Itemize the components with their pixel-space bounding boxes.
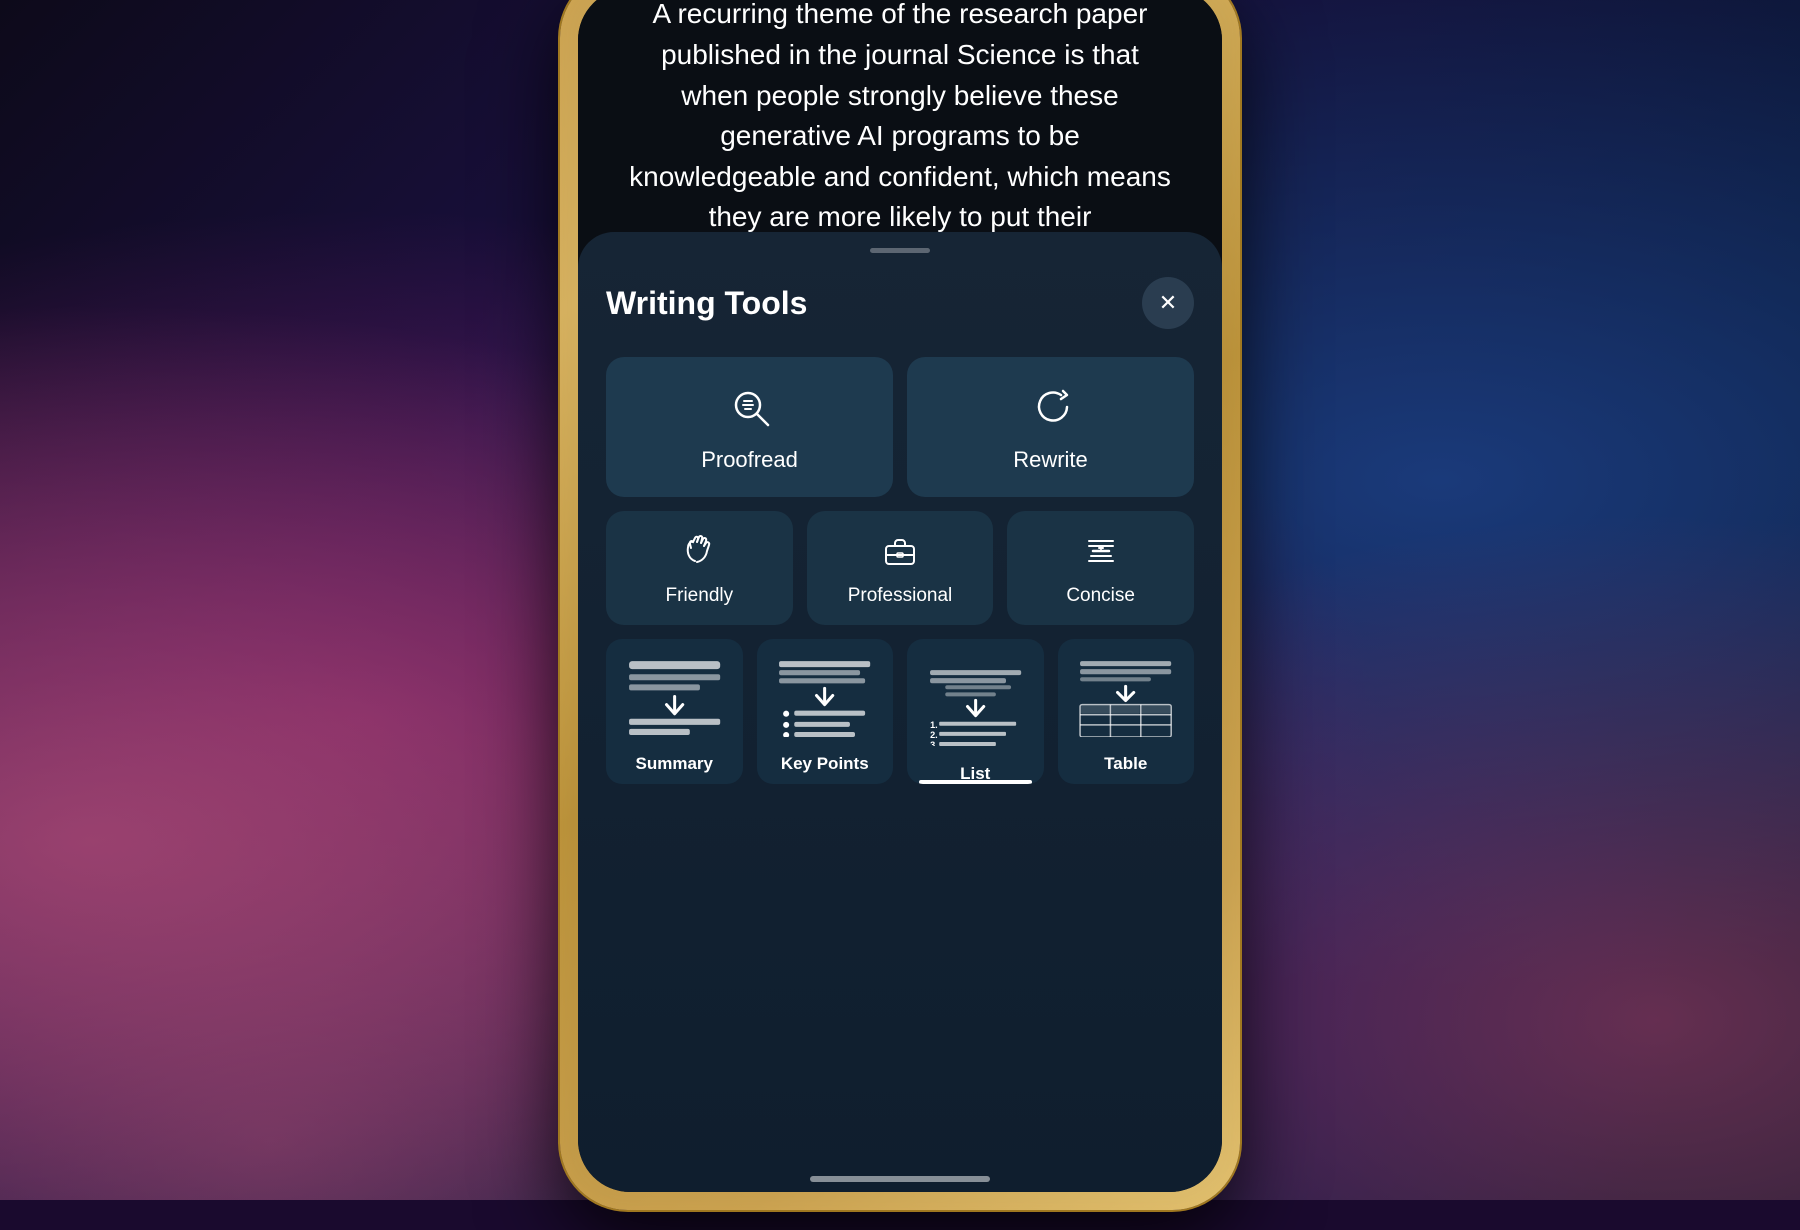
professional-icon [882, 533, 918, 575]
svg-text:2.: 2. [930, 730, 938, 740]
svg-text:3.: 3. [930, 740, 938, 746]
table-button[interactable]: Table [1058, 639, 1195, 784]
table-icon-area [1070, 655, 1183, 738]
tools-row-2: Friendly Professional [606, 511, 1194, 625]
sheet-header: Writing Tools ✕ [606, 277, 1194, 329]
concise-icon [1083, 533, 1119, 575]
sheet-title: Writing Tools [606, 285, 807, 322]
proofread-icon [728, 385, 772, 435]
friendly-icon [681, 533, 717, 575]
concise-button[interactable]: Concise [1007, 511, 1194, 625]
list-active-indicator [919, 780, 1032, 784]
list-icon-area: 1. 2. 3. [919, 655, 1032, 756]
tools-row-3: Summary [606, 639, 1194, 784]
svg-text:1.: 1. [930, 720, 938, 730]
friendly-label: Friendly [666, 585, 734, 607]
rewrite-label: Rewrite [1013, 447, 1088, 473]
close-icon: ✕ [1159, 290, 1177, 316]
professional-button[interactable]: Professional [807, 511, 994, 625]
table-label: Table [1070, 746, 1183, 784]
key-points-label: Key Points [769, 746, 882, 784]
list-card-icon: 1. 2. 3. [925, 665, 1026, 746]
friendly-button[interactable]: Friendly [606, 511, 793, 625]
key-points-card-icon [774, 656, 875, 737]
article-text: A recurring theme of the research paper … [628, 0, 1172, 238]
sheet-handle [870, 248, 930, 253]
concise-label: Concise [1066, 585, 1135, 607]
home-indicator [810, 1176, 990, 1182]
tools-row-1: Proofread Rewrite [606, 357, 1194, 497]
phone-frame: A recurring theme of the research paper … [560, 0, 1240, 1210]
proofread-button[interactable]: Proofread [606, 357, 893, 497]
article-area: A recurring theme of the research paper … [578, 0, 1222, 268]
phone-container: A recurring theme of the research paper … [510, 0, 1290, 1230]
rewrite-icon [1029, 385, 1073, 435]
key-points-button[interactable]: Key Points [757, 639, 894, 784]
professional-label: Professional [848, 585, 953, 607]
summary-label: Summary [618, 746, 731, 784]
writing-tools-sheet: Writing Tools ✕ [578, 232, 1222, 1192]
rewrite-button[interactable]: Rewrite [907, 357, 1194, 497]
summary-button[interactable]: Summary [606, 639, 743, 784]
list-button[interactable]: 1. 2. 3. List [907, 639, 1044, 784]
close-button[interactable]: ✕ [1142, 277, 1194, 329]
proofread-label: Proofread [701, 447, 798, 473]
summary-icon-area [618, 655, 731, 738]
table-card-icon [1075, 656, 1176, 737]
summary-card-icon [624, 656, 725, 737]
phone-screen: A recurring theme of the research paper … [578, 0, 1222, 1192]
key-points-icon-area [769, 655, 882, 738]
